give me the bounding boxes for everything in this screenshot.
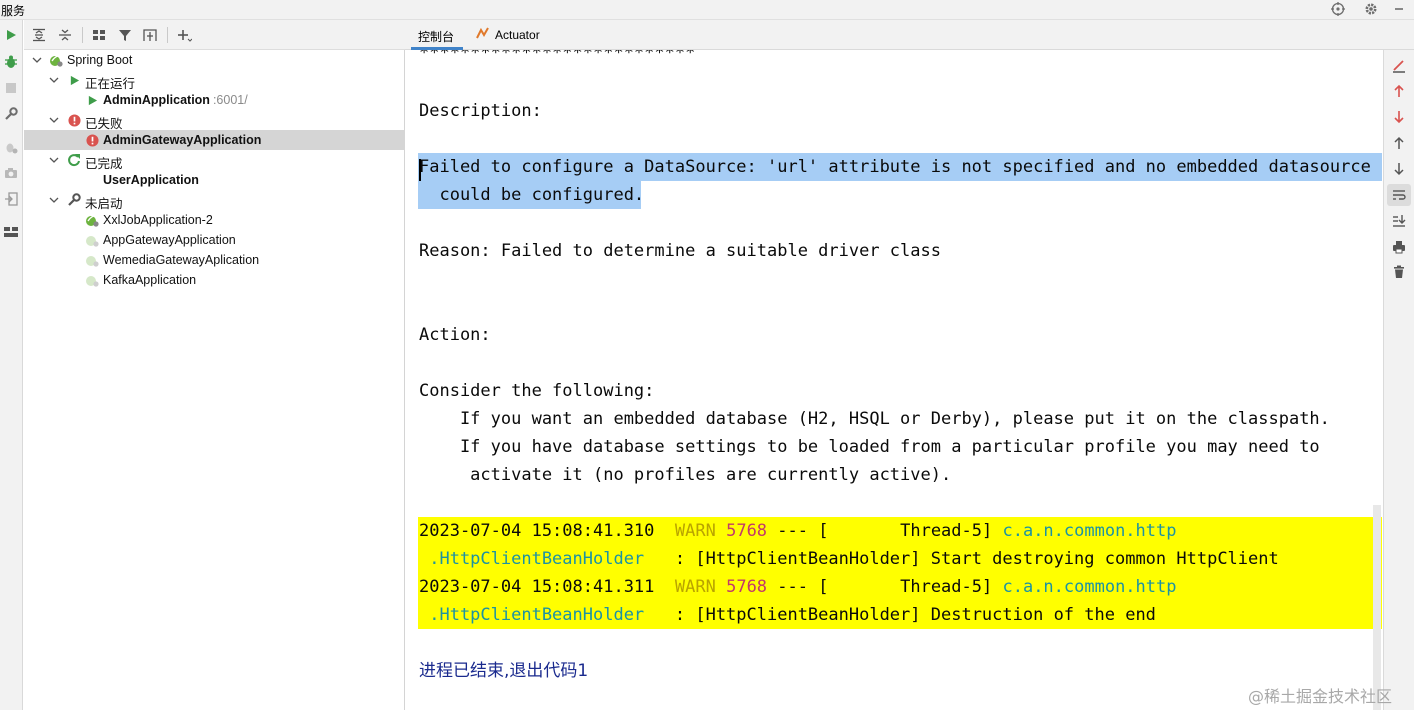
spring-boot-icon [85, 233, 99, 247]
scrollbar-thumb[interactable] [1373, 505, 1381, 710]
console-line: Consider the following: [419, 381, 655, 401]
error-icon [85, 133, 99, 147]
console-line: could be configured. [419, 185, 645, 205]
console-line: If you want an embedded database (H2, HS… [419, 409, 1330, 429]
console-tab-bar: 控制台 Actuator [405, 20, 1414, 50]
group-icon[interactable] [90, 26, 108, 44]
tree-label: UserApplication [103, 173, 199, 187]
clear-icon[interactable] [1390, 57, 1408, 75]
minimize-icon[interactable] [1390, 0, 1408, 18]
tree-item-wemedia-gateway-application[interactable]: WemediaGatewayAplication [24, 250, 405, 270]
scroll-up-icon[interactable] [1390, 134, 1408, 152]
tree-item-admin-application[interactable]: AdminApplication:6001/ [24, 90, 405, 110]
tree-item-user-application[interactable]: UserApplication [24, 170, 405, 190]
tree-group-running[interactable]: 正在运行 [24, 70, 405, 91]
text-caret [419, 159, 421, 181]
tree-label: AdminGatewayApplication [103, 133, 262, 147]
tree-label: AdminApplication:6001/ [103, 93, 248, 107]
tree-group-not-started[interactable]: 未启动 [24, 190, 405, 211]
stop-icon[interactable] [2, 79, 20, 97]
tree-group-finished[interactable]: 已完成 [24, 150, 405, 171]
add-icon[interactable] [175, 26, 193, 44]
prev-error-icon[interactable] [1390, 82, 1408, 100]
print-icon[interactable] [1390, 238, 1408, 256]
tree-item-app-gateway-application[interactable]: AppGatewayApplication [24, 230, 405, 250]
exit-message: 进程已结束,退出代码1 [419, 661, 589, 681]
console-line: If you have database settings to be load… [419, 437, 1320, 457]
tab-console[interactable]: 控制台 [418, 28, 454, 45]
soft-wrap-icon[interactable] [1387, 184, 1411, 206]
spring-boot-icon [85, 253, 99, 267]
watermark: @稀土掘金技术社区 [1248, 687, 1393, 706]
error-icon [67, 113, 81, 127]
debug-icon[interactable] [2, 53, 20, 71]
console-line: activate it (no profiles are currently a… [419, 465, 952, 485]
trash-icon[interactable] [1390, 263, 1408, 281]
run-icon [85, 93, 99, 107]
left-toolbar [0, 20, 23, 710]
tree-label: KafkaApplication [103, 273, 197, 287]
bug-settings-icon[interactable] [2, 138, 20, 156]
console-line: Failed to configure a DataSource: 'url' … [419, 157, 1371, 177]
chevron-down-icon[interactable] [32, 55, 42, 65]
filter-icon[interactable] [116, 26, 134, 44]
console-toolbar [1383, 50, 1414, 710]
tree-label: Spring Boot [67, 53, 133, 67]
chevron-down-icon[interactable] [49, 155, 59, 165]
spring-boot-icon [49, 53, 63, 67]
tree-node-spring-boot[interactable]: Spring Boot [24, 50, 405, 70]
camera-icon[interactable] [2, 164, 20, 182]
next-error-icon[interactable] [1390, 108, 1408, 126]
wrench-icon [67, 193, 81, 207]
spring-boot-icon [85, 213, 99, 227]
scroll-to-end-icon[interactable] [1390, 212, 1408, 230]
log-line: .HttpClientBeanHolder : [HttpClientBeanH… [419, 605, 1156, 625]
actuator-icon [475, 26, 491, 43]
layout-icon[interactable] [2, 223, 20, 241]
console-line: Description: [419, 101, 542, 121]
gear-icon[interactable] [1362, 0, 1380, 18]
tree-item-kafka-application[interactable]: KafkaApplication [24, 270, 405, 290]
wrench-icon[interactable] [2, 105, 20, 123]
collapse-all-icon[interactable] [56, 26, 74, 44]
chevron-down-icon[interactable] [49, 75, 59, 85]
services-tree-panel: Spring Boot 正在运行 AdminApplication:6001/ … [24, 20, 405, 710]
scroll-down-icon[interactable] [1390, 160, 1408, 178]
run-icon [67, 73, 81, 87]
expand-all-icon[interactable] [30, 26, 48, 44]
console-output[interactable]: *************************** Description:… [405, 50, 1382, 710]
title-bar: 服务 [0, 0, 1414, 20]
console-line: Action: [419, 325, 491, 345]
console-line: Reason: Failed to determine a suitable d… [419, 241, 941, 261]
tree-toolbar [24, 20, 405, 50]
port-link[interactable]: :6001/ [213, 93, 248, 107]
tree-label: WemediaGatewayAplication [103, 253, 260, 267]
tree-item-admin-gateway-application[interactable]: AdminGatewayApplication [24, 130, 405, 150]
tree-label: AppGatewayApplication [103, 233, 236, 247]
tab-actuator[interactable]: Actuator [495, 28, 540, 42]
tree-item-xxljob-application[interactable]: XxlJobApplication-2 [24, 210, 405, 230]
tree-group-failed[interactable]: 已失败 [24, 110, 405, 131]
log-line: 2023-07-04 15:08:41.311 WARN 5768 --- [ … [419, 577, 1177, 597]
crosshair-icon[interactable] [1329, 0, 1347, 18]
window-title: 服务 [1, 4, 26, 18]
new-service-icon[interactable] [141, 26, 159, 44]
export-icon[interactable] [2, 190, 20, 208]
log-line: .HttpClientBeanHolder : [HttpClientBeanH… [419, 549, 1279, 569]
rerun-icon [67, 153, 81, 167]
spring-boot-icon [85, 273, 99, 287]
chevron-down-icon[interactable] [49, 115, 59, 125]
console-line: *************************** [419, 50, 696, 63]
chevron-down-icon[interactable] [49, 195, 59, 205]
tree-label: XxlJobApplication-2 [103, 213, 213, 227]
run-icon[interactable] [2, 26, 20, 44]
log-line: 2023-07-04 15:08:41.310 WARN 5768 --- [ … [419, 521, 1177, 541]
